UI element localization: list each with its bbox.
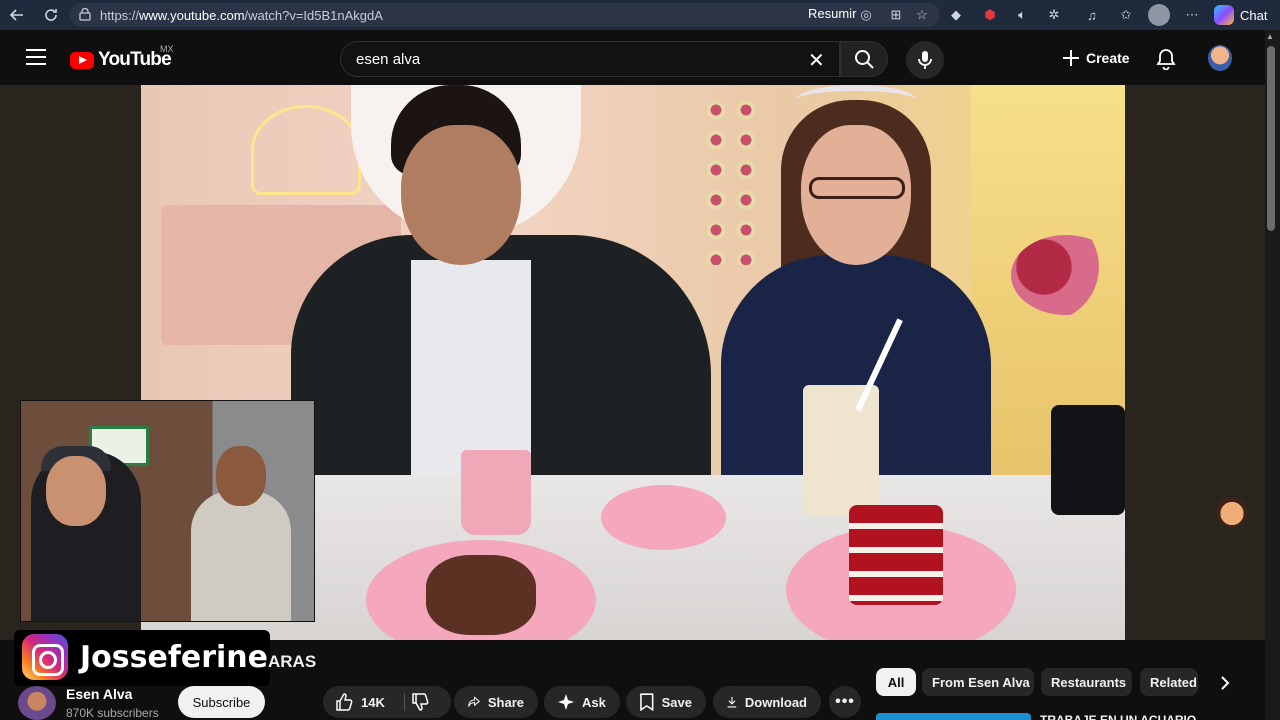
channel-name[interactable]: Esen Alva: [66, 686, 132, 702]
extension-shield-icon[interactable]: ⬢: [980, 5, 1000, 25]
like-dislike-group: 14K: [323, 686, 451, 718]
favorite-star-icon[interactable]: ☆: [912, 5, 932, 25]
url-host: www.youtube.com: [139, 7, 245, 23]
share-button[interactable]: Share: [454, 686, 538, 718]
recommendation-title[interactable]: TRABAJE EN UN ACUARIO: [1040, 713, 1230, 720]
like-button[interactable]: 14K: [335, 686, 385, 718]
subscriber-count: 870K subscribers: [66, 706, 159, 720]
like-icon: [336, 693, 353, 711]
chip-related[interactable]: Related: [1140, 668, 1198, 696]
sparkle-icon: [558, 694, 574, 710]
instagram-handle: Josseferine: [80, 640, 269, 675]
scrollbar-thumb[interactable]: [1267, 46, 1275, 231]
create-button[interactable]: Create: [1062, 49, 1130, 67]
mic-icon: [918, 51, 932, 69]
dislike-button[interactable]: [411, 686, 429, 718]
profile-avatar-icon[interactable]: [1148, 4, 1170, 26]
youtube-logo[interactable]: YouTube MX: [70, 44, 174, 71]
scroll-up-arrow-icon[interactable]: ▲: [1266, 32, 1274, 41]
create-label: Create: [1086, 50, 1130, 66]
download-label: Download: [744, 694, 807, 710]
country-code: MX: [160, 44, 174, 54]
url-prefix: https://: [100, 7, 140, 23]
search-query: esen alva: [356, 50, 421, 68]
favorites-icon[interactable]: ✩: [1116, 5, 1136, 25]
chip-from-channel[interactable]: From Esen Alva: [922, 668, 1034, 696]
summarize-icon[interactable]: ◎: [856, 5, 876, 25]
share-icon: [468, 696, 480, 707]
plus-icon: [1063, 50, 1079, 66]
save-label: Save: [661, 694, 692, 710]
voice-search-button[interactable]: [906, 41, 944, 79]
like-count: 14K: [361, 694, 385, 710]
search-icon: [855, 50, 874, 69]
browser-toolbar: https://www.youtube.com/watch?v=Id5B1nAk…: [0, 0, 1280, 30]
bookmark-icon: [640, 693, 654, 711]
extension-music-icon[interactable]: ♫: [1082, 5, 1102, 25]
bell-icon[interactable]: [1156, 48, 1176, 75]
channel-mascot-icon: [1216, 497, 1248, 527]
webcam-overlay: [20, 400, 315, 622]
lock-icon: [79, 7, 91, 24]
extensions-puzzle-icon[interactable]: ✲: [1044, 5, 1064, 25]
chevron-right-icon[interactable]: [1214, 672, 1236, 694]
chat-label: Chat: [1240, 7, 1268, 23]
ask-button[interactable]: Ask: [544, 686, 620, 718]
instagram-icon: [22, 634, 68, 680]
save-button[interactable]: Save: [626, 686, 706, 718]
chip-restaurants[interactable]: Restaurants: [1041, 668, 1132, 696]
download-icon: [727, 697, 737, 708]
search-button[interactable]: [840, 41, 888, 77]
divider: [404, 693, 405, 711]
extension-diamond-icon[interactable]: ◆: [946, 5, 966, 25]
account-avatar[interactable]: [1208, 45, 1232, 71]
youtube-header: YouTube MX esen alva ✕ Create: [0, 30, 1280, 85]
video-title: ARAS: [268, 652, 317, 671]
resumir-button[interactable]: Resumir: [808, 6, 856, 21]
copilot-chat-button[interactable]: Chat: [1214, 4, 1267, 26]
share-label: Share: [487, 694, 524, 710]
app-grid-icon[interactable]: ⊞: [886, 5, 906, 25]
chip-all[interactable]: All: [876, 668, 916, 696]
search-input[interactable]: esen alva: [340, 41, 840, 77]
download-button[interactable]: Download: [713, 686, 821, 718]
menu-icon[interactable]: [26, 49, 46, 70]
back-icon[interactable]: [4, 2, 30, 28]
url-path: /watch?v=Id5B1nAkgdA: [244, 7, 383, 23]
dislike-icon: [412, 693, 429, 711]
youtube-play-icon: [70, 51, 94, 69]
recommendation-thumbnail[interactable]: [876, 713, 1031, 720]
more-icon: •••: [835, 693, 855, 710]
subscribe-button[interactable]: Subscribe: [178, 686, 265, 718]
more-menu-icon[interactable]: ⋯: [1182, 5, 1202, 25]
instagram-watermark: Josseferine: [14, 630, 270, 686]
channel-avatar[interactable]: [18, 686, 56, 720]
speaker-icon[interactable]: 🔈︎: [1012, 5, 1032, 25]
more-actions-button[interactable]: •••: [829, 686, 861, 718]
close-icon[interactable]: ✕: [808, 48, 825, 73]
copilot-icon: [1214, 5, 1234, 25]
ask-label: Ask: [582, 694, 606, 710]
refresh-icon[interactable]: [38, 2, 64, 28]
